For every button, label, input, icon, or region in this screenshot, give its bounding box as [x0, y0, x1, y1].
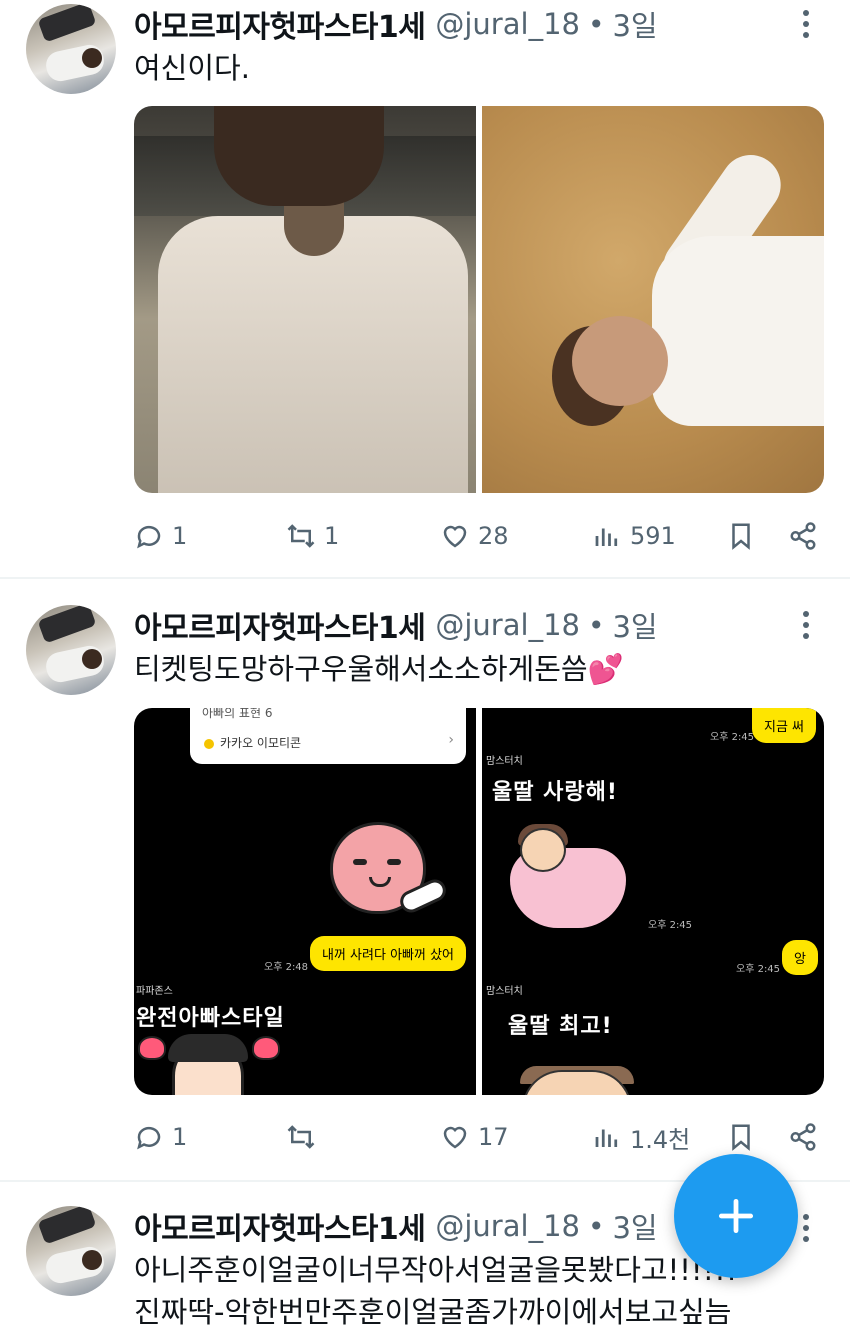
reply-button[interactable]: 1 — [134, 1117, 187, 1157]
user-handle[interactable]: @jural_18 — [435, 7, 580, 41]
more-options-icon[interactable] — [798, 6, 814, 42]
reply-count: 1 — [172, 1123, 188, 1151]
tweet-1[interactable]: 아모르피자헛파스타1세 @jural_18 • 3일 여신이다. 1 1 28 … — [0, 0, 850, 578]
tweet-text: 여신이다. — [134, 51, 250, 85]
tweet-2[interactable]: 아모르피자헛파스타1세 @jural_18 • 3일 티켓팅도망하구우울해서소소… — [0, 579, 850, 1179]
like-button[interactable]: 28 — [440, 516, 509, 556]
like-count: 28 — [478, 522, 509, 550]
more-options-icon[interactable] — [798, 1210, 814, 1246]
message-bubble: 지금 써 — [752, 708, 817, 743]
notice-source: 카카오 이모티콘 — [220, 736, 302, 750]
separator-dot: • — [587, 7, 605, 41]
more-options-icon[interactable] — [798, 607, 814, 643]
message-bubble: 내꺼 사려다 아빠꺼 샀어 — [310, 936, 466, 971]
heart-icon — [443, 1126, 467, 1149]
tweet-text: 티켓팅도망하구우울해서소소하게돈씀💕 — [134, 652, 624, 686]
user-handle[interactable]: @jural_18 — [435, 1209, 580, 1243]
retweet-count: 1 — [324, 522, 340, 550]
timestamp[interactable]: 3일 — [612, 604, 657, 646]
bar-chart-icon — [595, 528, 618, 546]
chevron-right-icon: › — [448, 732, 454, 748]
plus-icon — [718, 1198, 754, 1234]
views-button[interactable]: 1.4천 — [592, 1117, 690, 1157]
separator-dot: • — [587, 608, 605, 642]
avatar[interactable] — [26, 1206, 116, 1296]
compose-button[interactable] — [674, 1154, 798, 1278]
bookmark-button[interactable] — [726, 516, 756, 556]
sender-name: 맘스터치 — [486, 756, 523, 767]
heart-sticker — [138, 1036, 166, 1060]
sticker-caption: 완전아빠스타일 — [136, 1006, 285, 1031]
chat-screenshot-right[interactable]: 오후 2:45 지금 써 맘스터치 울딸 사랑해! 오후 2:45 오후 2:4… — [482, 708, 824, 1095]
user-handle[interactable]: @jural_18 — [435, 608, 580, 642]
display-name[interactable]: 아모르피자헛파스타1세 — [134, 603, 426, 647]
sender-name: 파파존스 — [136, 986, 173, 997]
avatar[interactable] — [26, 605, 116, 695]
views-button[interactable]: 591 — [592, 516, 676, 556]
share-button[interactable] — [788, 516, 818, 556]
heart-sticker — [252, 1036, 280, 1060]
tweet-media[interactable] — [134, 106, 824, 493]
message-time: 오후 2:45 — [648, 920, 693, 931]
chat-screenshot-left[interactable]: 아빠의 표현 6 카카오 이모티콘 › 오후 2:48 내꺼 사려다 아빠꺼 샀… — [134, 708, 476, 1095]
separator-dot: • — [587, 1209, 605, 1243]
tweet-text-line-1: 아니주훈이얼굴이너무작아서얼굴을못봤다고!!!!!! — [134, 1253, 738, 1287]
timestamp[interactable]: 3일 — [612, 1205, 657, 1247]
like-button[interactable]: 17 — [440, 1117, 509, 1157]
share-button[interactable] — [788, 1117, 818, 1157]
sender-name: 맘스터치 — [486, 986, 523, 997]
share-nodes-icon — [790, 522, 816, 550]
tweet-actions: 1 17 1.4천 — [134, 1117, 824, 1157]
message-bubble: 앙 — [782, 940, 818, 975]
display-name[interactable]: 아모르피자헛파스타1세 — [134, 2, 426, 46]
bookmark-icon — [732, 523, 750, 550]
kakao-icon — [204, 738, 214, 749]
sticker-caption: 울딸 사랑해! — [492, 780, 618, 805]
retweet-arrows-icon — [287, 1125, 315, 1149]
notice-title: 아빠의 표현 6 — [202, 708, 273, 720]
tweet-header: 아모르피자헛파스타1세 @jural_18 • 3일 — [134, 1204, 658, 1248]
boy-hair — [168, 1034, 248, 1062]
retweet-button[interactable] — [286, 1117, 324, 1157]
timestamp[interactable]: 3일 — [612, 3, 657, 45]
share-nodes-icon — [790, 1123, 816, 1151]
like-count: 17 — [478, 1123, 509, 1151]
tweet-actions: 1 1 28 591 — [134, 516, 824, 556]
bookmark-button[interactable] — [726, 1117, 756, 1157]
reply-button[interactable]: 1 — [134, 516, 187, 556]
emoticon-notice: 아빠의 표현 6 카카오 이모티콘 › — [190, 708, 466, 764]
message-time: 오후 2:45 — [736, 964, 781, 975]
tweet-header: 아모르피자헛파스타1세 @jural_18 • 3일 — [134, 603, 658, 647]
girl-sticker — [520, 828, 566, 872]
avatar[interactable] — [26, 4, 116, 94]
message-time: 오후 2:48 — [264, 962, 309, 973]
photo-2[interactable] — [482, 106, 824, 493]
reply-count: 1 — [172, 522, 188, 550]
tweet-header: 아모르피자헛파스타1세 @jural_18 • 3일 — [134, 2, 658, 46]
heart-icon — [443, 525, 467, 548]
tweet-text-line-2: 진짜딱-악한번만주훈이얼굴좀가까이에서보고싶늠 — [134, 1295, 732, 1329]
bookmark-icon — [732, 1124, 750, 1151]
speech-bubble-icon — [137, 1126, 161, 1150]
photo-1[interactable] — [134, 106, 476, 493]
tweet-media[interactable]: 아빠의 표현 6 카카오 이모티콘 › 오후 2:48 내꺼 사려다 아빠꺼 샀… — [134, 708, 824, 1095]
sticker-caption: 울딸 최고! — [508, 1014, 613, 1039]
display-name[interactable]: 아모르피자헛파스타1세 — [134, 1204, 426, 1248]
views-count: 1.4천 — [630, 1125, 691, 1154]
bar-chart-icon — [595, 1129, 618, 1147]
speech-bubble-icon — [137, 525, 161, 549]
peach-sticker — [330, 822, 450, 917]
views-count: 591 — [630, 522, 676, 550]
retweet-arrows-icon — [287, 524, 315, 548]
message-time: 오후 2:45 — [710, 732, 755, 743]
retweet-button[interactable]: 1 — [286, 516, 339, 556]
